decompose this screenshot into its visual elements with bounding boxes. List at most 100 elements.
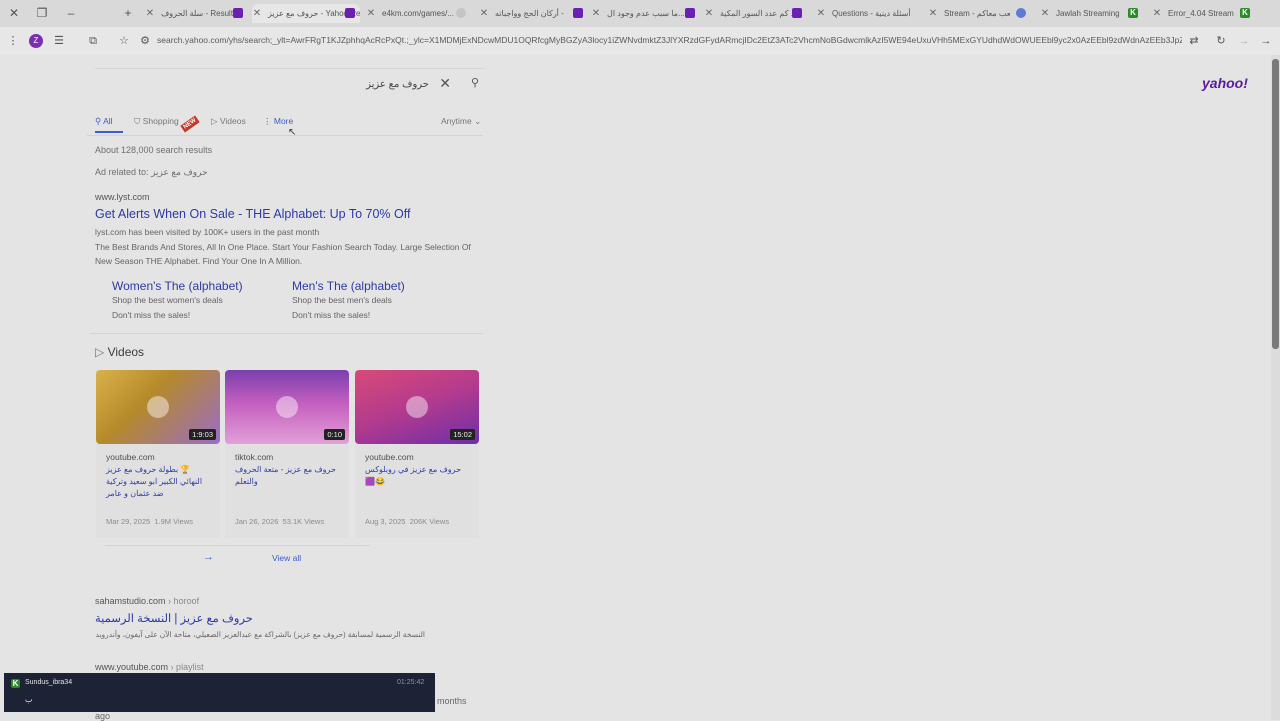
sitelink-desc: Shop the best women's deals	[112, 295, 223, 305]
result-path: › horoof	[168, 596, 200, 606]
shopping-bag-icon: ⛉	[134, 116, 143, 126]
clear-search-icon[interactable]: ✕	[439, 75, 451, 92]
video-title[interactable]: حروف مع عزيز في روبلوكس 😂🟪	[365, 464, 471, 488]
scrollbar-thumb[interactable]	[1272, 59, 1279, 349]
view-all-link[interactable]: View all	[272, 553, 301, 563]
video-thumbnail[interactable]: 0:10	[225, 370, 349, 444]
search-query[interactable]: حروف مع عزيز	[366, 79, 429, 90]
result-title-link[interactable]: حروف مع عزيز | النسخة الرسمية	[95, 611, 253, 625]
chat-time: 01:25:42	[397, 679, 425, 686]
tab-2-active[interactable]: ✕حروف مع عزيز - Yahoo Results	[252, 4, 360, 23]
new-tab-icon[interactable]: +	[120, 5, 136, 21]
back-icon[interactable]: →	[1258, 33, 1274, 49]
ad-desc-line-1: lyst.com has been visited by 100K+ users…	[95, 227, 320, 237]
tab-label: Error_4.04 Stream	[1168, 9, 1234, 18]
tab-close-icon[interactable]: ✕	[928, 4, 938, 23]
yahoo-favicon-icon	[233, 8, 243, 18]
video-card[interactable]: 1:9:03 youtube.com 🏆 بطولة حروف مع عزيز …	[96, 370, 220, 538]
tab-search-icon[interactable]: ☰	[51, 33, 67, 49]
videos-heading-label: Videos	[107, 345, 145, 359]
result-domain[interactable]: sahamstudio.com	[95, 596, 166, 606]
tab-7[interactable]: ✕ Questions - أسئلة دينية	[816, 4, 926, 23]
new-badge: NEW	[180, 115, 200, 133]
tab-close-icon[interactable]: ✕	[252, 4, 262, 23]
more-vertical-icon: ⋮	[263, 116, 274, 126]
video-views: 1.9M Views	[154, 517, 194, 526]
video-title[interactable]: حروف مع عزيز - متعة الحروف والتعلم	[235, 464, 341, 488]
video-source: tiktok.com	[235, 452, 274, 462]
tab-label: Questions - أسئلة دينية	[832, 9, 911, 18]
extensions-icon[interactable]: ⧉	[85, 33, 101, 49]
tab-strip: ✕ ❐ – + ✕ سلة الحروف - Results ✕ حروف مع ع…	[0, 0, 1280, 27]
video-card[interactable]: 0:10 tiktok.com حروف مع عزيز - متعة الحر…	[225, 370, 349, 538]
tab-label: أركان الحج وواجباته -	[495, 9, 564, 18]
search-icon[interactable]: ⚲	[471, 76, 479, 89]
result-domain[interactable]: www.youtube.com	[95, 662, 168, 672]
search-box[interactable]: حروف مع عزيز ✕ ⚲	[90, 71, 485, 99]
minimize-window-icon[interactable]: –	[63, 5, 79, 21]
filter-videos-label: Videos	[219, 116, 246, 126]
close-window-icon[interactable]: ✕	[6, 5, 22, 21]
video-meta: Mar 29, 2025 1.9M Views	[106, 517, 193, 526]
tab-label: e4km.com/games/...	[382, 9, 455, 18]
tab-close-icon[interactable]: ✕	[479, 4, 489, 23]
filter-shopping[interactable]: ⛉ Shopping	[134, 116, 179, 127]
tab-8[interactable]: ✕ Stream - تلعب معاكم	[928, 4, 1010, 23]
yahoo-logo[interactable]: yahoo!	[1202, 75, 1248, 91]
bookmark-star-icon[interactable]: ☆	[116, 33, 132, 49]
url-field[interactable]: search.yahoo.com/yhs/search;_ylt=AwrFRgT…	[157, 35, 1182, 45]
tab-close-icon[interactable]: ✕	[816, 4, 826, 23]
tab-10[interactable]: ✕ Error_4.04 Stream	[1152, 4, 1237, 23]
yahoo-favicon-icon	[573, 8, 583, 18]
tune-icon[interactable]: ⇄	[1186, 33, 1202, 49]
menu-dots-icon[interactable]: ⋮	[5, 33, 21, 49]
tab-9[interactable]: ✕ Jawlah Streaming	[1040, 4, 1125, 23]
chat-message: ب	[25, 695, 33, 704]
time-filter-dropdown[interactable]: Anytime ⌄	[441, 116, 481, 127]
video-date: Jan 26, 2026	[235, 517, 279, 526]
video-thumbnail[interactable]: 15:02	[355, 370, 479, 444]
tab-close-icon[interactable]: ✕	[704, 4, 714, 23]
tab-close-icon[interactable]: ✕	[145, 4, 155, 23]
search-results-page: حروف مع عزيز ✕ ⚲ yahoo! ⚲ All ⛉ Shopping…	[0, 55, 1280, 721]
video-source: youtube.com	[365, 452, 414, 462]
arrow-right-icon[interactable]: →	[203, 551, 214, 563]
page-scrollbar[interactable]	[1271, 55, 1280, 720]
kick-logo-icon: K	[11, 679, 20, 688]
ad-desc-line-3: New Season THE Alphabet. Find Your One I…	[95, 256, 303, 266]
sitelink-desc: Don't miss the sales!	[292, 309, 371, 320]
time-filter-label: Anytime	[441, 116, 472, 126]
kick-favicon-icon: K	[1240, 8, 1250, 18]
site-info-icon[interactable]: ⚙	[137, 33, 153, 49]
sitelink-title[interactable]: Women's The (alphabet)	[112, 279, 243, 293]
video-thumbnail[interactable]: 1:9:03	[96, 370, 220, 444]
filter-all[interactable]: ⚲ All	[95, 116, 113, 127]
result-description: النسخة الرسمية لمسابقة (حروف مع عزيز) با…	[95, 630, 425, 639]
tab-close-icon[interactable]: ✕	[1152, 4, 1162, 23]
filter-more[interactable]: ⋮ More	[263, 116, 293, 127]
profile-avatar[interactable]: Z	[29, 34, 43, 48]
videos-divider	[105, 545, 370, 546]
yahoo-favicon-icon	[792, 8, 802, 18]
tab-label: كم عدد السور المكية ...	[720, 9, 797, 18]
ad-domain[interactable]: www.lyst.com	[95, 192, 150, 202]
search-icon: ⚲	[95, 116, 104, 126]
video-source: youtube.com	[106, 452, 155, 462]
ad-title-link[interactable]: Get Alerts When On Sale - THE Alphabet: …	[95, 207, 410, 221]
video-duration: 0:10	[324, 429, 345, 440]
video-title[interactable]: 🏆 بطولة حروف مع عزيز النهائي الكبير ابو …	[106, 464, 212, 500]
tab-close-icon[interactable]: ✕	[591, 4, 601, 23]
tab-close-icon[interactable]: ✕	[1040, 4, 1050, 23]
filter-videos[interactable]: ▷ Videos	[211, 116, 246, 127]
reload-icon[interactable]: ↻	[1213, 33, 1229, 49]
sitelink-women[interactable]: Women's The (alphabet) Shop the best wom…	[112, 279, 243, 322]
restore-window-icon[interactable]: ❐	[34, 5, 50, 21]
forward-icon[interactable]: →	[1236, 33, 1252, 49]
sitelink-men[interactable]: Men's The (alphabet) Shop the best men's…	[292, 279, 405, 322]
tab-close-icon[interactable]: ✕	[366, 4, 376, 23]
sitelink-title[interactable]: Men's The (alphabet)	[292, 279, 405, 293]
video-card[interactable]: 15:02 youtube.com حروف مع عزيز في روبلوك…	[355, 370, 479, 538]
video-date: Mar 29, 2025	[106, 517, 151, 526]
video-views: 206K Views	[409, 517, 450, 526]
address-bar: ⋮ Z ☰ ⧉ ☆ ⚙ search.yahoo.com/yhs/search;…	[0, 27, 1280, 55]
